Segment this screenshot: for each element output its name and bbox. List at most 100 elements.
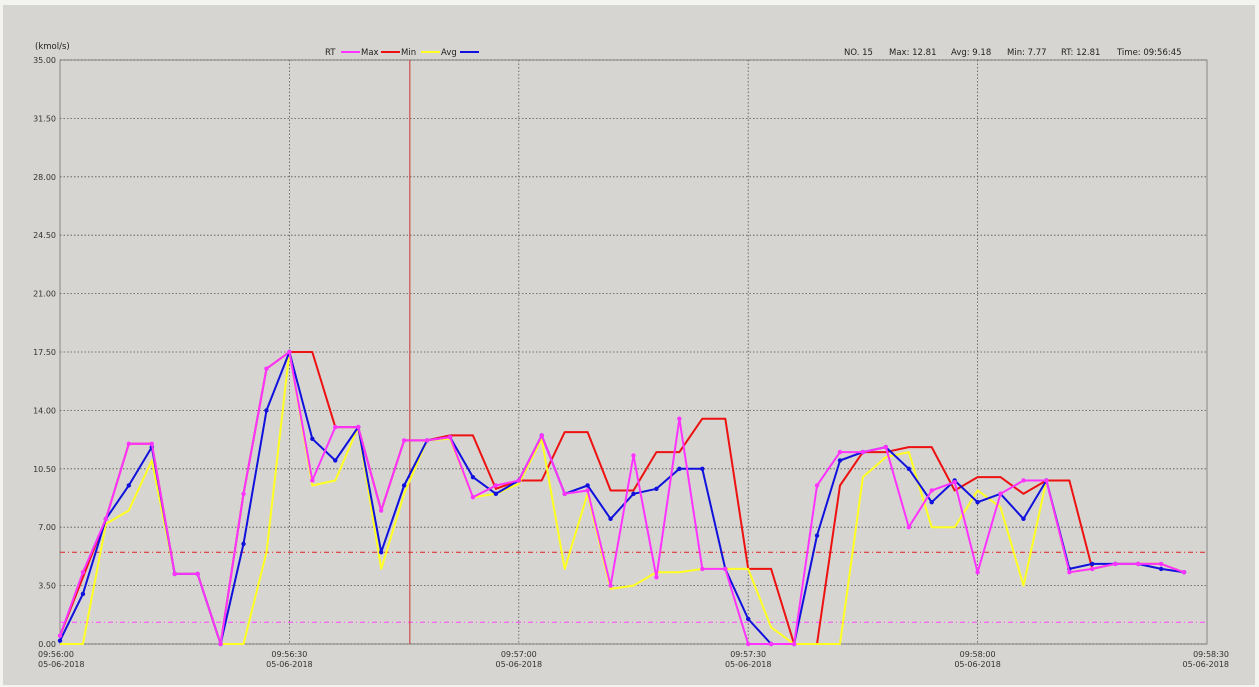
data-point-rt: [998, 491, 1003, 497]
data-point-rt: [631, 453, 636, 458]
series-layer: [57, 349, 1187, 647]
stat-min: Min: 7.77: [1007, 48, 1047, 58]
legend-label-max: Max: [361, 48, 379, 58]
data-point-rt: [723, 566, 728, 572]
series-line-avg: [59, 351, 1185, 645]
data-point-rt: [768, 641, 774, 647]
data-point-rt: [378, 508, 384, 513]
data-point-rt: [906, 525, 911, 530]
data-point-rt: [1135, 561, 1141, 567]
stat-avg: Avg: 9.18: [951, 48, 991, 58]
data-point-avg: [585, 483, 590, 488]
data-point-rt: [975, 570, 980, 575]
y-tick-label: 24.50: [33, 231, 56, 240]
y-tick-label: 35.00: [33, 56, 56, 65]
data-point-rt: [57, 633, 63, 638]
y-tick-label: 10.50: [33, 465, 56, 474]
data-point-rt: [1181, 570, 1187, 575]
data-point-rt: [241, 491, 246, 497]
line-chart: 0.00 3.50 7.00 10.50 14.00 17.50 21.00 24.50 28.…: [33, 42, 1230, 669]
data-point-rt: [287, 349, 292, 355]
x-tick-date: 05-06-2018: [496, 660, 543, 669]
x-tick-date: 05-06-2018: [725, 660, 772, 669]
data-point-avg: [814, 533, 820, 538]
data-point-rt: [814, 483, 820, 488]
data-point-rt: [424, 438, 430, 443]
data-point-rt: [264, 366, 269, 371]
y-tick-label: 3.50: [38, 582, 56, 591]
data-point-avg: [264, 408, 269, 413]
data-point-avg: [310, 436, 315, 441]
y-tick-label: 31.50: [33, 114, 56, 123]
data-point-avg: [654, 486, 659, 492]
stat-max: Max: 12.81: [889, 48, 936, 58]
series-line-min: [60, 351, 1185, 645]
y-tick-label: 28.00: [33, 173, 56, 182]
data-point-avg: [631, 491, 636, 497]
data-point-rt: [172, 571, 177, 577]
data-point-rt: [539, 433, 544, 438]
data-point-rt: [126, 441, 132, 446]
x-tick-date: 05-06-2018: [266, 660, 313, 669]
data-point-rt: [791, 641, 797, 647]
stats-readout: NO. 15 Max: 12.81 Avg: 9.18 Min: 7.77 RT…: [844, 48, 1182, 58]
data-point-rt: [103, 516, 109, 522]
data-point-rt: [333, 424, 338, 430]
data-point-avg: [470, 474, 476, 480]
data-point-rt: [493, 483, 499, 488]
data-point-rt: [356, 424, 361, 430]
legend: RT Max Min Avg: [325, 48, 479, 58]
data-point-avg: [57, 638, 63, 643]
data-point-rt: [149, 441, 154, 446]
x-tick-date: 05-06-2018: [1183, 660, 1230, 669]
data-point-rt: [837, 449, 843, 455]
data-point-avg: [378, 550, 384, 555]
data-point-rt: [1044, 478, 1049, 483]
series-line-rt: [59, 351, 1185, 645]
data-point-rt: [195, 571, 200, 577]
data-point-avg: [929, 499, 934, 505]
data-point-rt: [1021, 478, 1026, 483]
data-point-avg: [608, 516, 613, 522]
data-point-rt: [952, 479, 957, 485]
data-point-avg: [401, 483, 407, 488]
data-point-avg: [1090, 561, 1095, 567]
data-point-avg: [80, 591, 86, 597]
stat-rt: RT: 12.81: [1061, 48, 1100, 58]
data-point-avg: [746, 616, 751, 622]
data-point-rt: [516, 478, 521, 483]
y-tick-label: 21.00: [33, 290, 56, 299]
data-point-rt: [860, 449, 866, 455]
legend-label-avg: Avg: [441, 48, 457, 58]
data-point-rt: [562, 491, 567, 497]
y-tick-label: 7.00: [38, 523, 56, 532]
data-point-rt: [1067, 570, 1072, 575]
data-point-rt: [218, 641, 223, 647]
data-point-rt: [401, 438, 407, 443]
data-point-rt: [1113, 561, 1118, 567]
data-point-rt: [447, 434, 453, 440]
data-point-rt: [310, 478, 315, 483]
data-point-rt: [883, 444, 889, 450]
data-point-rt: [746, 641, 751, 647]
stat-time: Time: 09:56:45: [1116, 48, 1182, 58]
data-point-avg: [906, 466, 911, 471]
x-tick-time: 09:58:00: [960, 650, 996, 659]
data-point-avg: [493, 491, 499, 497]
x-tick-time: 09:57:30: [730, 650, 766, 659]
data-point-rt: [654, 575, 659, 580]
data-point-rt: [470, 494, 476, 500]
y-tick-label: 0.00: [38, 640, 56, 649]
data-point-avg: [677, 466, 682, 471]
y-tick-label: 14.00: [33, 406, 56, 415]
x-tick-time: 09:58:30: [1193, 650, 1229, 659]
series-line-max: [59, 351, 1185, 645]
legend-label-rt: RT: [325, 48, 336, 58]
y-tick-label: 17.50: [33, 348, 56, 357]
data-point-avg: [1021, 516, 1026, 522]
data-point-avg: [241, 541, 246, 547]
grid: [59, 59, 1208, 645]
data-point-rt: [1090, 566, 1095, 572]
x-tick-time: 09:56:00: [38, 650, 74, 659]
x-tick-date: 05-06-2018: [38, 660, 85, 669]
